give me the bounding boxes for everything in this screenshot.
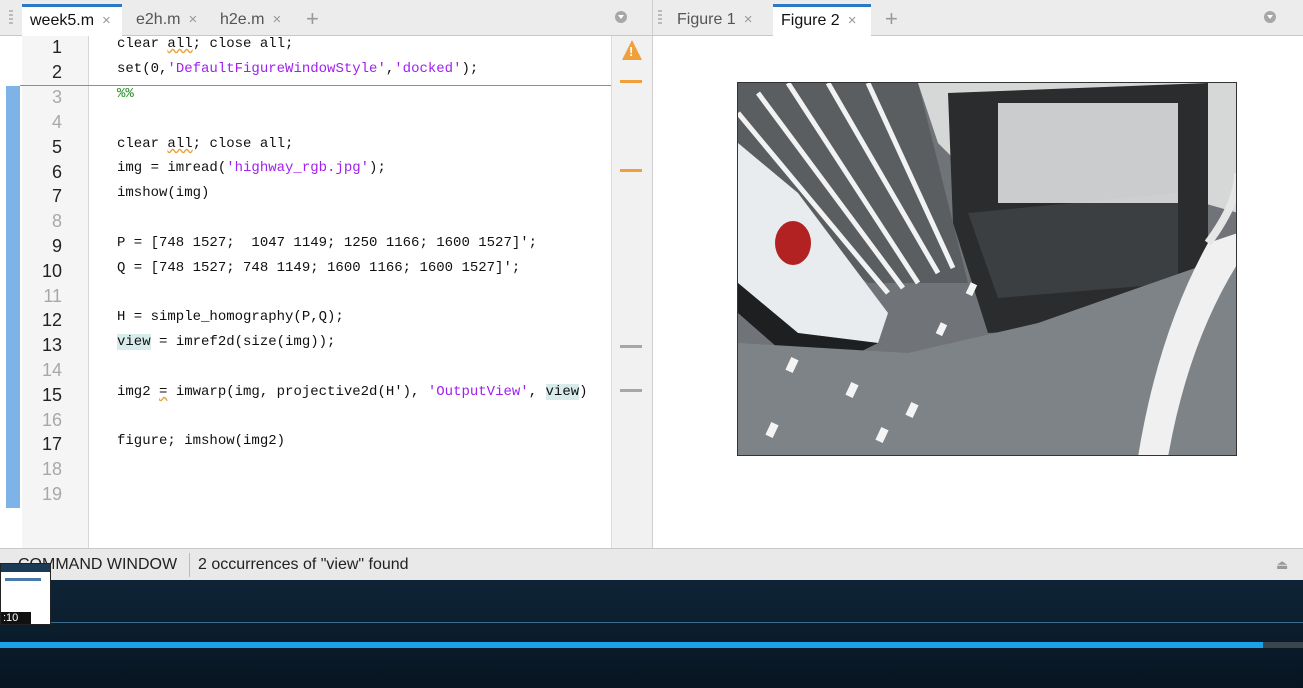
line-number: 12 bbox=[41, 310, 62, 330]
line-number: 4 bbox=[51, 112, 62, 132]
drag-grip-icon[interactable] bbox=[9, 10, 13, 26]
code-analyzer-bar bbox=[611, 36, 652, 548]
figure-tab-bar: Figure 1 × Figure 2 × + bbox=[653, 0, 1303, 36]
editor-tab-bar: week5.m × e2h.m × h2e.m × + bbox=[0, 0, 652, 36]
slide-thumbnail[interactable]: :10 bbox=[0, 563, 51, 625]
search-status: 2 occurrences of "view" found bbox=[198, 556, 409, 573]
line-number: 1 bbox=[51, 37, 62, 57]
line-number: 6 bbox=[51, 162, 62, 182]
video-progress-fill[interactable] bbox=[0, 642, 1263, 648]
close-icon[interactable]: × bbox=[848, 12, 857, 29]
tab-label: h2e.m bbox=[220, 11, 265, 28]
code-line[interactable]: H = simple_homography(P,Q); bbox=[117, 309, 344, 325]
code-line[interactable]: imshow(img) bbox=[117, 185, 209, 201]
editor-panel: week5.m × e2h.m × h2e.m × + 1 2 3 4 5 6 7 8… bbox=[0, 0, 652, 548]
divider bbox=[0, 622, 1303, 623]
line-number: 3 bbox=[51, 87, 62, 107]
line-number: 9 bbox=[51, 236, 62, 256]
tab-e2h[interactable]: e2h.m × bbox=[128, 4, 208, 36]
highway-image-render bbox=[738, 83, 1236, 455]
line-number: 19 bbox=[41, 484, 62, 504]
code-line[interactable]: Q = [748 1527; 748 1149; 1600 1166; 1600… bbox=[117, 260, 520, 276]
tab-week5[interactable]: week5.m × bbox=[22, 4, 122, 36]
tab-figure-1[interactable]: Figure 1 × bbox=[669, 4, 763, 36]
line-number: 8 bbox=[51, 211, 62, 231]
warped-highway-image[interactable] bbox=[737, 82, 1237, 456]
add-tab-button[interactable]: + bbox=[306, 4, 319, 34]
line-number: 10 bbox=[41, 261, 62, 281]
video-progress-remaining[interactable] bbox=[1263, 642, 1303, 648]
editor-menu-icon[interactable] bbox=[615, 11, 627, 23]
command-window-bar[interactable]: COMMAND WINDOW 2 occurrences of "view" f… bbox=[0, 548, 1303, 580]
thumbnail-line bbox=[5, 578, 41, 581]
code-line[interactable]: clear all; close all; bbox=[117, 36, 293, 52]
figure-panel: Figure 1 × Figure 2 × + bbox=[652, 0, 1303, 548]
tab-h2e[interactable]: h2e.m × bbox=[212, 4, 292, 36]
search-marker[interactable] bbox=[620, 345, 642, 348]
line-number: 2 bbox=[51, 62, 62, 82]
code-line[interactable]: set(0,'DefaultFigureWindowStyle','docked… bbox=[117, 61, 478, 77]
code-line[interactable]: clear all; close all; bbox=[117, 136, 293, 152]
close-icon[interactable]: × bbox=[272, 11, 281, 28]
line-number: 7 bbox=[51, 186, 62, 206]
thumbnail-header bbox=[1, 564, 50, 572]
drag-grip-icon[interactable] bbox=[658, 10, 662, 26]
code-line[interactable]: view = imref2d(size(img)); bbox=[117, 334, 335, 350]
code-line[interactable]: img = imread('highway_rgb.jpg'); bbox=[117, 160, 386, 176]
line-number: 5 bbox=[51, 137, 62, 157]
code-line[interactable]: figure; imshow(img2) bbox=[117, 433, 285, 449]
tab-label: week5.m bbox=[30, 12, 95, 29]
divider bbox=[189, 553, 190, 577]
video-timestamp: :10 bbox=[3, 612, 19, 624]
line-number: 14 bbox=[41, 360, 62, 380]
code-line[interactable]: img2 = imwarp(img, projective2d(H'), 'Ou… bbox=[117, 384, 588, 400]
warning-icon[interactable]: ! bbox=[622, 40, 642, 60]
warning-marker[interactable] bbox=[620, 80, 642, 83]
code-line[interactable]: P = [748 1527; 1047 1149; 1250 1166; 160… bbox=[117, 235, 537, 251]
line-number: 17 bbox=[41, 434, 62, 454]
cell-divider bbox=[20, 85, 612, 86]
close-icon[interactable]: × bbox=[102, 12, 111, 29]
tab-label: Figure 1 bbox=[677, 11, 736, 28]
code-line[interactable]: %% bbox=[117, 86, 134, 102]
search-marker[interactable] bbox=[620, 389, 642, 392]
line-number: 15 bbox=[41, 385, 62, 405]
close-icon[interactable]: × bbox=[188, 11, 197, 28]
video-player-area[interactable] bbox=[0, 580, 1303, 688]
figure-menu-icon[interactable] bbox=[1264, 11, 1276, 23]
line-number: 16 bbox=[41, 410, 62, 430]
tab-label: e2h.m bbox=[136, 11, 181, 28]
line-number: 11 bbox=[43, 286, 62, 306]
tab-figure-2[interactable]: Figure 2 × bbox=[773, 4, 871, 36]
add-figure-button[interactable]: + bbox=[885, 4, 898, 34]
tab-label: Figure 2 bbox=[781, 12, 840, 29]
cell-marker bbox=[6, 86, 20, 508]
close-icon[interactable]: × bbox=[744, 11, 753, 28]
line-number: 13 bbox=[41, 335, 62, 355]
line-number: 18 bbox=[41, 459, 62, 479]
warning-marker[interactable] bbox=[620, 169, 642, 172]
eject-icon[interactable]: ⏏ bbox=[1276, 557, 1288, 573]
